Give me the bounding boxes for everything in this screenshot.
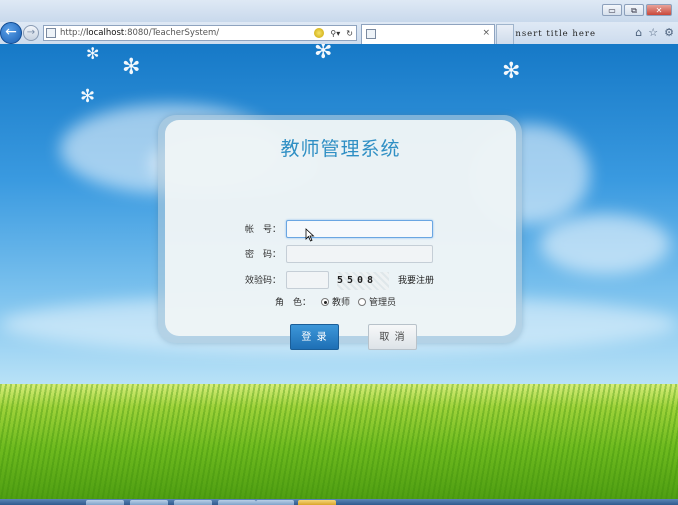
role-admin-radio[interactable] [358,298,366,306]
password-input[interactable] [286,245,433,263]
taskbar-item[interactable] [218,500,256,505]
cloud-decoration [540,214,670,274]
browser-tab-active[interactable]: Insert title here × [361,24,595,44]
account-row: 帐 号： [165,220,516,240]
cancel-button[interactable]: 取 消 [368,324,417,350]
register-link[interactable]: 我要注册 [398,271,434,291]
captcha-label: 效验码： [244,276,281,286]
login-button[interactable]: 登 录 [290,324,339,350]
password-row: 密 码： [165,245,516,265]
search-icon[interactable]: ⚲▾ [330,27,340,40]
dandelion-seed-icon: ✻ [502,59,521,84]
tab-favicon-icon [366,29,376,39]
home-icon[interactable]: ⌂ [635,26,642,40]
back-button[interactable]: ← [0,22,22,44]
address-url[interactable]: http://localhost:8080/TeacherSystem/ [60,27,219,40]
taskbar-item[interactable] [298,500,336,505]
taskbar-item[interactable] [86,500,124,505]
taskbar-item[interactable] [174,500,212,505]
address-bar[interactable]: http://localhost:8080/TeacherSystem/ ⚲▾ … [43,25,357,41]
url-prefix: http:// [60,28,87,38]
browser-title-bar: ▭ ⧉ ✕ [0,0,678,22]
browser-tools: ⌂ ☆ ⚙ [635,26,674,40]
role-teacher-radio[interactable] [321,298,329,306]
minimize-button[interactable]: ▭ [602,4,622,16]
system-title: 教师管理系统 [280,138,401,160]
window-controls: ▭ ⧉ ✕ [602,4,672,16]
dandelion-seed-icon: ✻ [122,55,141,80]
captcha-input[interactable] [286,271,329,289]
role-label: 角 色： [274,298,311,308]
forward-button[interactable]: → [23,25,39,41]
tab-title: Insert title here [510,29,596,39]
search-dropdown-icon: ▾ [336,29,341,38]
role-row: 角 色： 教师 管理员 [165,293,516,313]
settings-icon[interactable]: ⚙ [664,26,674,40]
captcha-image[interactable]: 5508 [337,272,389,290]
role-admin-label: 管理员 [369,298,397,308]
login-card: 教师管理系统 帐 号： 密 码： 效验码： 5508 我要注册 角 色： 教师 … [165,120,516,350]
role-teacher-label: 教师 [332,298,351,308]
page-favicon-icon [46,28,56,38]
dandelion-seed-icon: ✻ [80,86,96,107]
taskbar-item[interactable] [130,500,168,505]
taskbar-item[interactable] [256,500,294,505]
new-tab-button[interactable] [496,24,514,44]
captcha-row: 效验码： 5508 我要注册 [165,271,516,291]
password-label: 密 码： [244,250,281,260]
url-rest: :8080/TeacherSystem/ [124,28,220,38]
close-window-button[interactable]: ✕ [646,4,672,16]
grass-field [0,384,678,499]
maximize-button[interactable]: ⧉ [624,4,644,16]
account-label: 帐 号： [244,225,281,235]
compatibility-view-icon[interactable] [314,28,325,38]
tab-close-icon[interactable]: × [482,27,490,40]
mouse-cursor-icon [305,228,315,242]
url-host: localhost [86,28,125,38]
dandelion-seed-icon: ✻ [86,44,100,63]
refresh-icon[interactable]: ↻ [346,27,353,40]
favorites-icon[interactable]: ☆ [648,26,658,40]
address-bar-icons: ⚲▾ ↻ [314,27,353,40]
dandelion-seed-icon: ✻ [314,44,333,64]
